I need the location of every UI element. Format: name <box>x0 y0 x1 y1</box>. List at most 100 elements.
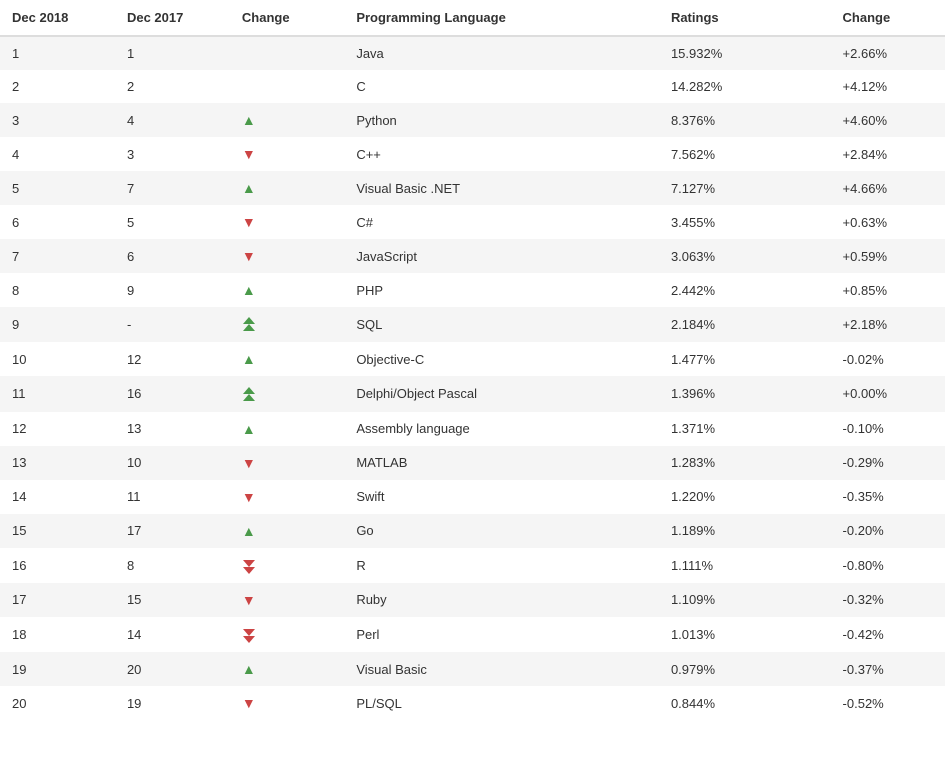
arrow-up-icon: ▲ <box>242 351 256 367</box>
change-icon-cell: ▼ <box>230 239 344 273</box>
table-header-row: Dec 2018Dec 2017 Change Programming Langua… <box>0 0 945 36</box>
table-row: 76▼JavaScript3.063%+0.59% <box>0 239 945 273</box>
ratings-cell: 14.282% <box>659 70 831 103</box>
change-cell: +0.00% <box>831 376 945 411</box>
dec2018-cell: 8 <box>0 273 115 307</box>
arrow-down-icon: ▼ <box>242 146 256 162</box>
language-cell: Delphi/Object Pascal <box>344 376 659 411</box>
column-header: Dec 2018 <box>0 0 115 36</box>
change-icon-cell: ▲ <box>230 342 344 376</box>
ratings-cell: 2.442% <box>659 273 831 307</box>
change-icon-cell <box>230 548 344 583</box>
ratings-cell: 7.127% <box>659 171 831 205</box>
arrow-down-double-icon <box>242 626 256 643</box>
arrow-up-icon: ▲ <box>242 180 256 196</box>
change-icon-cell: ▲ <box>230 514 344 548</box>
change-icon-cell: ▼ <box>230 446 344 480</box>
language-cell: SQL <box>344 307 659 342</box>
arrow-up-icon: ▲ <box>242 282 256 298</box>
column-header: Change <box>831 0 945 36</box>
dec2017-cell: 11 <box>115 480 230 514</box>
change-icon-cell: ▼ <box>230 480 344 514</box>
dec2017-cell: 8 <box>115 548 230 583</box>
dec2017-cell: 19 <box>115 686 230 720</box>
column-header: Ratings <box>659 0 831 36</box>
dec2018-cell: 5 <box>0 171 115 205</box>
dec2017-cell: 13 <box>115 412 230 446</box>
ratings-cell: 3.063% <box>659 239 831 273</box>
change-cell: -0.80% <box>831 548 945 583</box>
dec2017-cell: 10 <box>115 446 230 480</box>
arrow-up-icon: ▲ <box>242 661 256 677</box>
ratings-cell: 8.376% <box>659 103 831 137</box>
ratings-cell: 3.455% <box>659 205 831 239</box>
table-row: 34▲Python8.376%+4.60% <box>0 103 945 137</box>
language-cell: Python <box>344 103 659 137</box>
arrow-down-icon: ▼ <box>242 592 256 608</box>
language-cell: JavaScript <box>344 239 659 273</box>
column-header: Programming Language <box>344 0 659 36</box>
arrow-down-icon: ▼ <box>242 248 256 264</box>
arrow-down-icon: ▼ <box>242 455 256 471</box>
change-icon-cell <box>230 36 344 70</box>
table-row: 65▼C#3.455%+0.63% <box>0 205 945 239</box>
rankings-table: Dec 2018Dec 2017 Change Programming Langua… <box>0 0 945 720</box>
change-cell: -0.10% <box>831 412 945 446</box>
change-cell: -0.42% <box>831 617 945 652</box>
table-row: 1012▲Objective-C1.477%-0.02% <box>0 342 945 376</box>
ratings-cell: 7.562% <box>659 137 831 171</box>
dec2017-cell: 17 <box>115 514 230 548</box>
arrow-up-icon: ▲ <box>242 523 256 539</box>
table-row: 1310▼MATLAB1.283%-0.29% <box>0 446 945 480</box>
change-cell: +4.66% <box>831 171 945 205</box>
ratings-cell: 15.932% <box>659 36 831 70</box>
ratings-cell: 1.220% <box>659 480 831 514</box>
dec2018-cell: 15 <box>0 514 115 548</box>
arrow-down-icon: ▼ <box>242 695 256 711</box>
language-cell: C++ <box>344 137 659 171</box>
table-row: 11Java15.932%+2.66% <box>0 36 945 70</box>
ratings-cell: 1.189% <box>659 514 831 548</box>
dec2018-cell: 1 <box>0 36 115 70</box>
table-row: 1715▼Ruby1.109%-0.32% <box>0 583 945 617</box>
arrow-up-double-icon <box>242 316 256 333</box>
table-row: 1116Delphi/Object Pascal1.396%+0.00% <box>0 376 945 411</box>
change-icon-cell <box>230 376 344 411</box>
table-row: 1213▲Assembly language1.371%-0.10% <box>0 412 945 446</box>
arrow-down-double-icon <box>242 557 256 574</box>
table-row: 43▼C++7.562%+2.84% <box>0 137 945 171</box>
change-cell: -0.02% <box>831 342 945 376</box>
change-cell: -0.20% <box>831 514 945 548</box>
dec2018-cell: 3 <box>0 103 115 137</box>
change-cell: -0.35% <box>831 480 945 514</box>
dec2017-cell: 12 <box>115 342 230 376</box>
arrow-up-double-icon <box>242 385 256 402</box>
change-cell: -0.52% <box>831 686 945 720</box>
column-header: Dec 2017 <box>115 0 230 36</box>
change-icon-cell: ▼ <box>230 137 344 171</box>
dec2017-cell: 6 <box>115 239 230 273</box>
ratings-cell: 0.979% <box>659 652 831 686</box>
language-cell: Ruby <box>344 583 659 617</box>
ratings-cell: 1.477% <box>659 342 831 376</box>
arrow-up-icon: ▲ <box>242 421 256 437</box>
dec2018-cell: 4 <box>0 137 115 171</box>
change-cell: +4.12% <box>831 70 945 103</box>
dec2018-cell: 19 <box>0 652 115 686</box>
language-cell: R <box>344 548 659 583</box>
dec2018-cell: 10 <box>0 342 115 376</box>
change-cell: +4.60% <box>831 103 945 137</box>
language-cell: C <box>344 70 659 103</box>
language-cell: Visual Basic .NET <box>344 171 659 205</box>
change-icon-cell <box>230 70 344 103</box>
language-cell: Swift <box>344 480 659 514</box>
language-cell: Assembly language <box>344 412 659 446</box>
change-icon-cell: ▼ <box>230 583 344 617</box>
dec2018-cell: 18 <box>0 617 115 652</box>
language-cell: Java <box>344 36 659 70</box>
table-row: 1920▲Visual Basic0.979%-0.37% <box>0 652 945 686</box>
dec2017-cell: 2 <box>115 70 230 103</box>
dec2017-cell: 16 <box>115 376 230 411</box>
table-row: 22C14.282%+4.12% <box>0 70 945 103</box>
change-icon-cell: ▼ <box>230 205 344 239</box>
